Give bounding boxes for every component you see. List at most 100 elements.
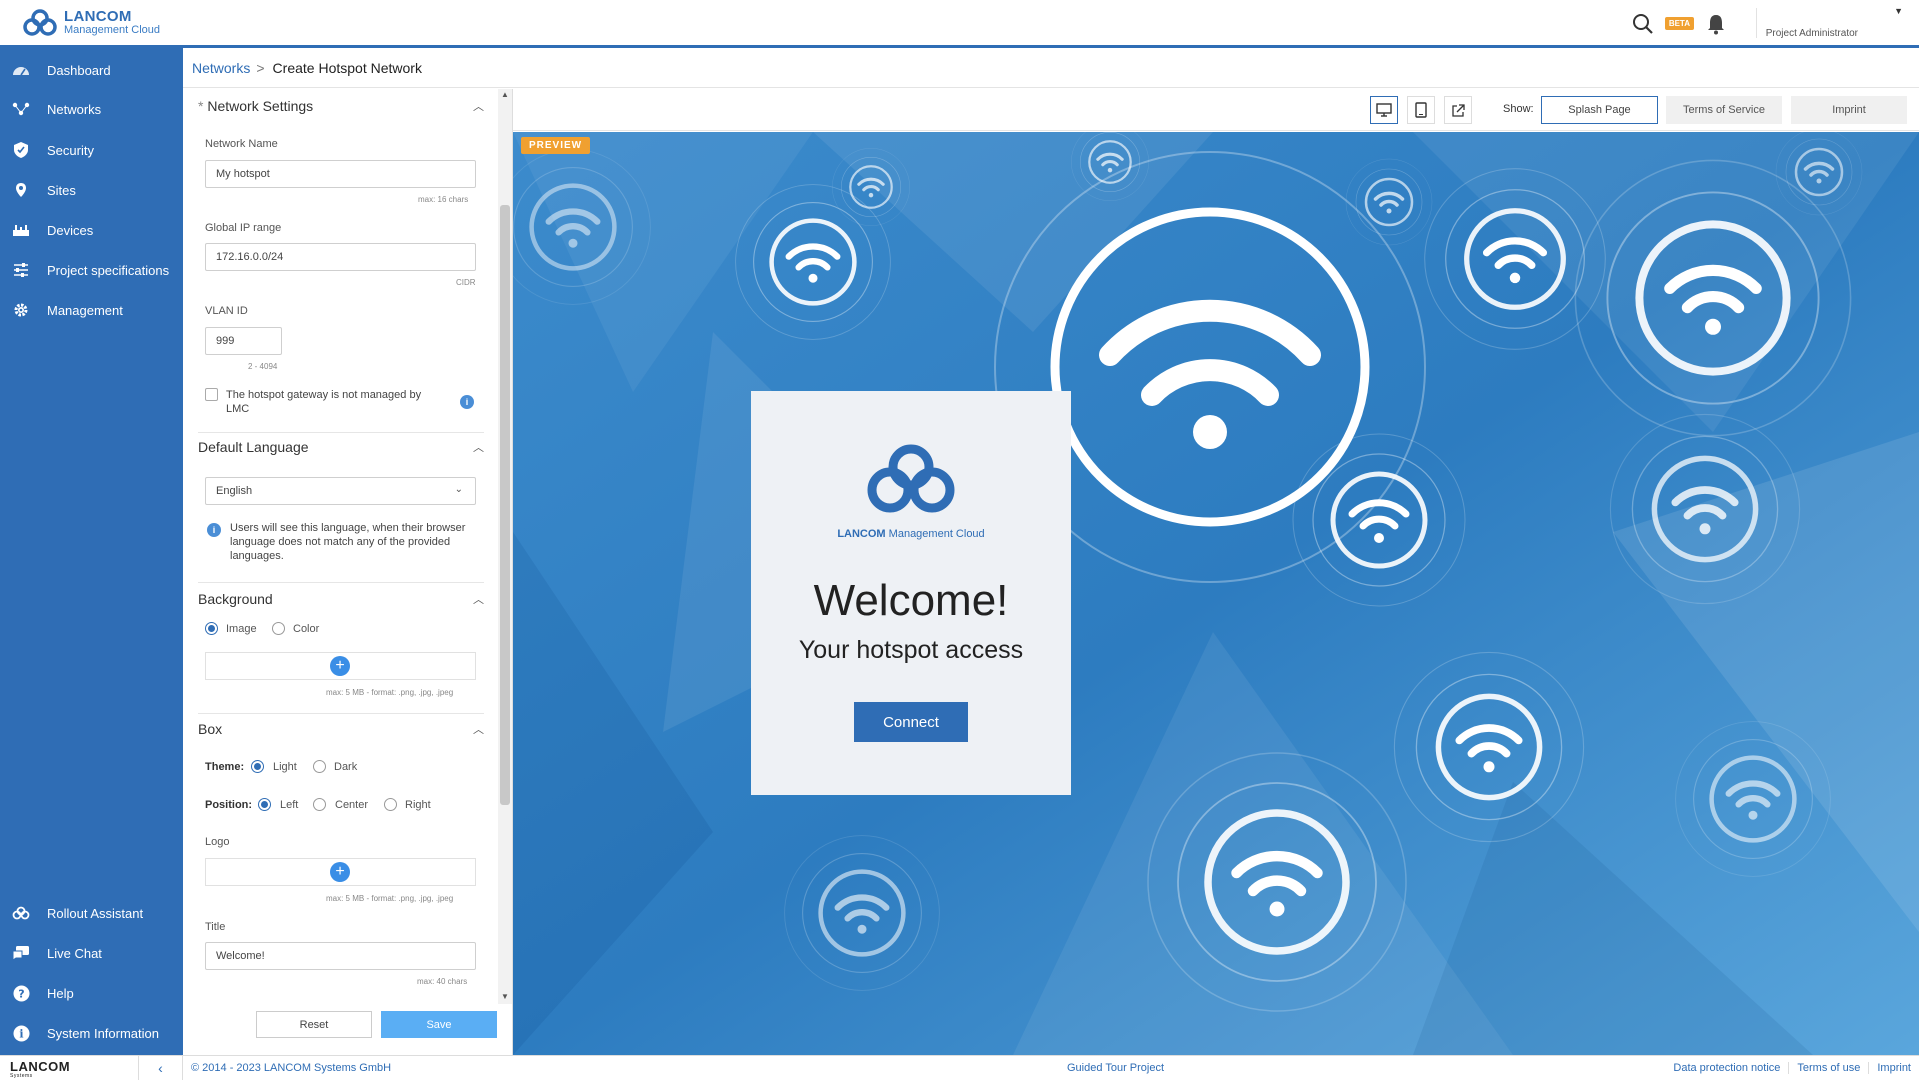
background-upload-hint: max: 5 MB - format: .png, .jpg, .jpeg [326,688,454,697]
sidebar: Dashboard Networks Security Sites Device… [0,48,183,1055]
chevron-up-icon[interactable]: ︿ [473,721,484,737]
theme-light-radio[interactable] [251,760,264,773]
collapse-sidebar-button[interactable]: ‹ [138,1056,183,1080]
sidebar-item-project-specifications[interactable]: Project specifications [0,253,183,287]
ip-range-hint: CIDR [456,278,476,287]
data-protection-link[interactable]: Data protection notice [1665,1062,1788,1074]
sidebar-item-dashboard[interactable]: Dashboard [0,53,183,87]
user-role[interactable]: Project Administrator [1766,28,1858,39]
imprint-link[interactable]: Imprint [1868,1062,1919,1074]
breadcrumb-networks-link[interactable]: Networks [192,60,250,76]
open-external-button[interactable] [1444,96,1472,124]
section-title: Network Settings [207,98,314,114]
position-right-radio[interactable] [384,798,397,811]
monitor-icon [1376,103,1392,117]
background-color-radio[interactable] [272,622,285,635]
gateway-unmanaged-checkbox[interactable] [205,388,218,401]
chevron-up-icon[interactable]: ︿ [473,591,484,607]
sidebar-item-label: Help [47,985,74,1001]
sidebar-item-live-chat[interactable]: Live Chat [0,936,183,970]
sidebar-item-sites[interactable]: Sites [0,173,183,207]
sidebar-item-label: Rollout Assistant [47,905,144,921]
preview-badge: PREVIEW [521,137,591,154]
terms-of-use-link[interactable]: Terms of use [1788,1062,1868,1074]
info-icon: i [11,1024,31,1042]
scroll-up-icon[interactable]: ▲ [501,90,509,99]
info-icon[interactable]: i [460,395,474,409]
sidebar-item-label: Devices [47,222,94,238]
show-splash-page-button[interactable]: Splash Page [1541,96,1658,124]
position-center-radio[interactable] [313,798,326,811]
sidebar-item-devices[interactable]: Devices [0,213,183,247]
background-image-label: Image [226,623,257,635]
logo-upload-hint: max: 5 MB - format: .png, .jpg, .jpeg [326,894,454,903]
show-label: Show: [1503,103,1534,115]
show-imprint-button[interactable]: Imprint [1791,96,1907,124]
plus-icon[interactable]: + [330,656,350,676]
cloud-logo-icon [23,9,57,36]
sidebar-item-help[interactable]: ? Help [0,976,183,1010]
language-select[interactable]: English ⌄ [205,477,476,505]
position-right-label: Right [405,799,431,811]
lancom-logo[interactable]: LANCOM Management Cloud [22,8,160,38]
title-label: Title [205,921,226,933]
splash-title: Welcome! [813,576,1009,625]
sidebar-item-label: Live Chat [47,945,102,961]
footer-lancom-logo: LANCOM Systems [10,1059,70,1079]
sidebar-item-security[interactable]: Security [0,133,183,167]
save-button[interactable]: Save [381,1011,497,1038]
location-pin-icon [11,181,31,199]
title-input[interactable]: Welcome! [205,942,476,970]
footer-brand-sub: Systems [10,1073,33,1079]
breadcrumb: Networks > Create Hotspot Network [183,48,1919,88]
sidebar-item-system-information[interactable]: i System Information [0,1016,183,1050]
chevron-left-icon: ‹ [158,1060,163,1076]
desktop-view-button[interactable] [1370,96,1398,124]
plus-icon[interactable]: + [330,862,350,882]
chevron-down-icon[interactable]: ▼ [1894,6,1903,16]
help-icon: ? [11,984,31,1002]
chevron-up-icon[interactable]: ︿ [473,439,484,455]
background-image-radio[interactable] [205,622,218,635]
external-link-icon [1451,103,1465,117]
sidebar-item-label: Networks [47,101,102,117]
section-box[interactable]: Box ︿ [198,721,484,737]
top-header: LANCOM Management Cloud BETA Project Adm… [0,0,1919,48]
ip-range-input[interactable]: 172.16.0.0/24 [205,243,476,271]
sidebar-item-label: Security [47,142,94,158]
position-left-radio[interactable] [258,798,271,811]
section-network-settings[interactable]: * Network Settings ︿ [198,98,484,114]
tablet-view-button[interactable] [1407,96,1435,124]
network-name-input[interactable]: My hotspot [205,160,476,188]
sliders-icon [11,261,31,279]
bell-icon[interactable] [1706,13,1726,35]
vlan-id-label: VLAN ID [205,305,248,317]
reset-button[interactable]: Reset [256,1011,372,1038]
chevron-down-icon: ⌄ [454,484,463,495]
section-background[interactable]: Background ︿ [198,591,484,607]
beta-badge: BETA [1664,17,1694,30]
vlan-id-input[interactable]: 999 [205,327,282,355]
required-mark: * [198,98,204,114]
position-center-label: Center [335,799,369,811]
theme-dark-radio[interactable] [313,760,326,773]
connect-button[interactable]: Connect [854,702,968,742]
scroll-down-icon[interactable]: ▼ [501,992,509,1001]
logo-subtitle: Management Cloud [64,24,161,37]
search-icon[interactable] [1632,13,1654,35]
gateway-checkbox-label: The hotspot gateway is not managed by LM… [226,389,422,415]
vlan-id-hint: 2 - 4094 [248,362,278,371]
background-color-label: Color [293,623,320,635]
sidebar-item-management[interactable]: Management [0,293,183,327]
panel-scrollbar-thumb[interactable] [500,205,510,805]
sidebar-item-rollout-assistant[interactable]: Rollout Assistant [0,896,183,930]
sidebar-item-networks[interactable]: Networks [0,92,183,126]
svg-text:i: i [19,1027,23,1040]
section-default-language[interactable]: Default Language ︿ [198,439,484,455]
chevron-up-icon[interactable]: ︿ [473,98,484,114]
network-name-label: Network Name [205,138,278,150]
guided-tour-link[interactable]: Guided Tour Project [1067,1062,1164,1074]
section-divider [198,582,484,583]
show-terms-of-service-button[interactable]: Terms of Service [1666,96,1782,124]
header-divider [1756,8,1757,38]
